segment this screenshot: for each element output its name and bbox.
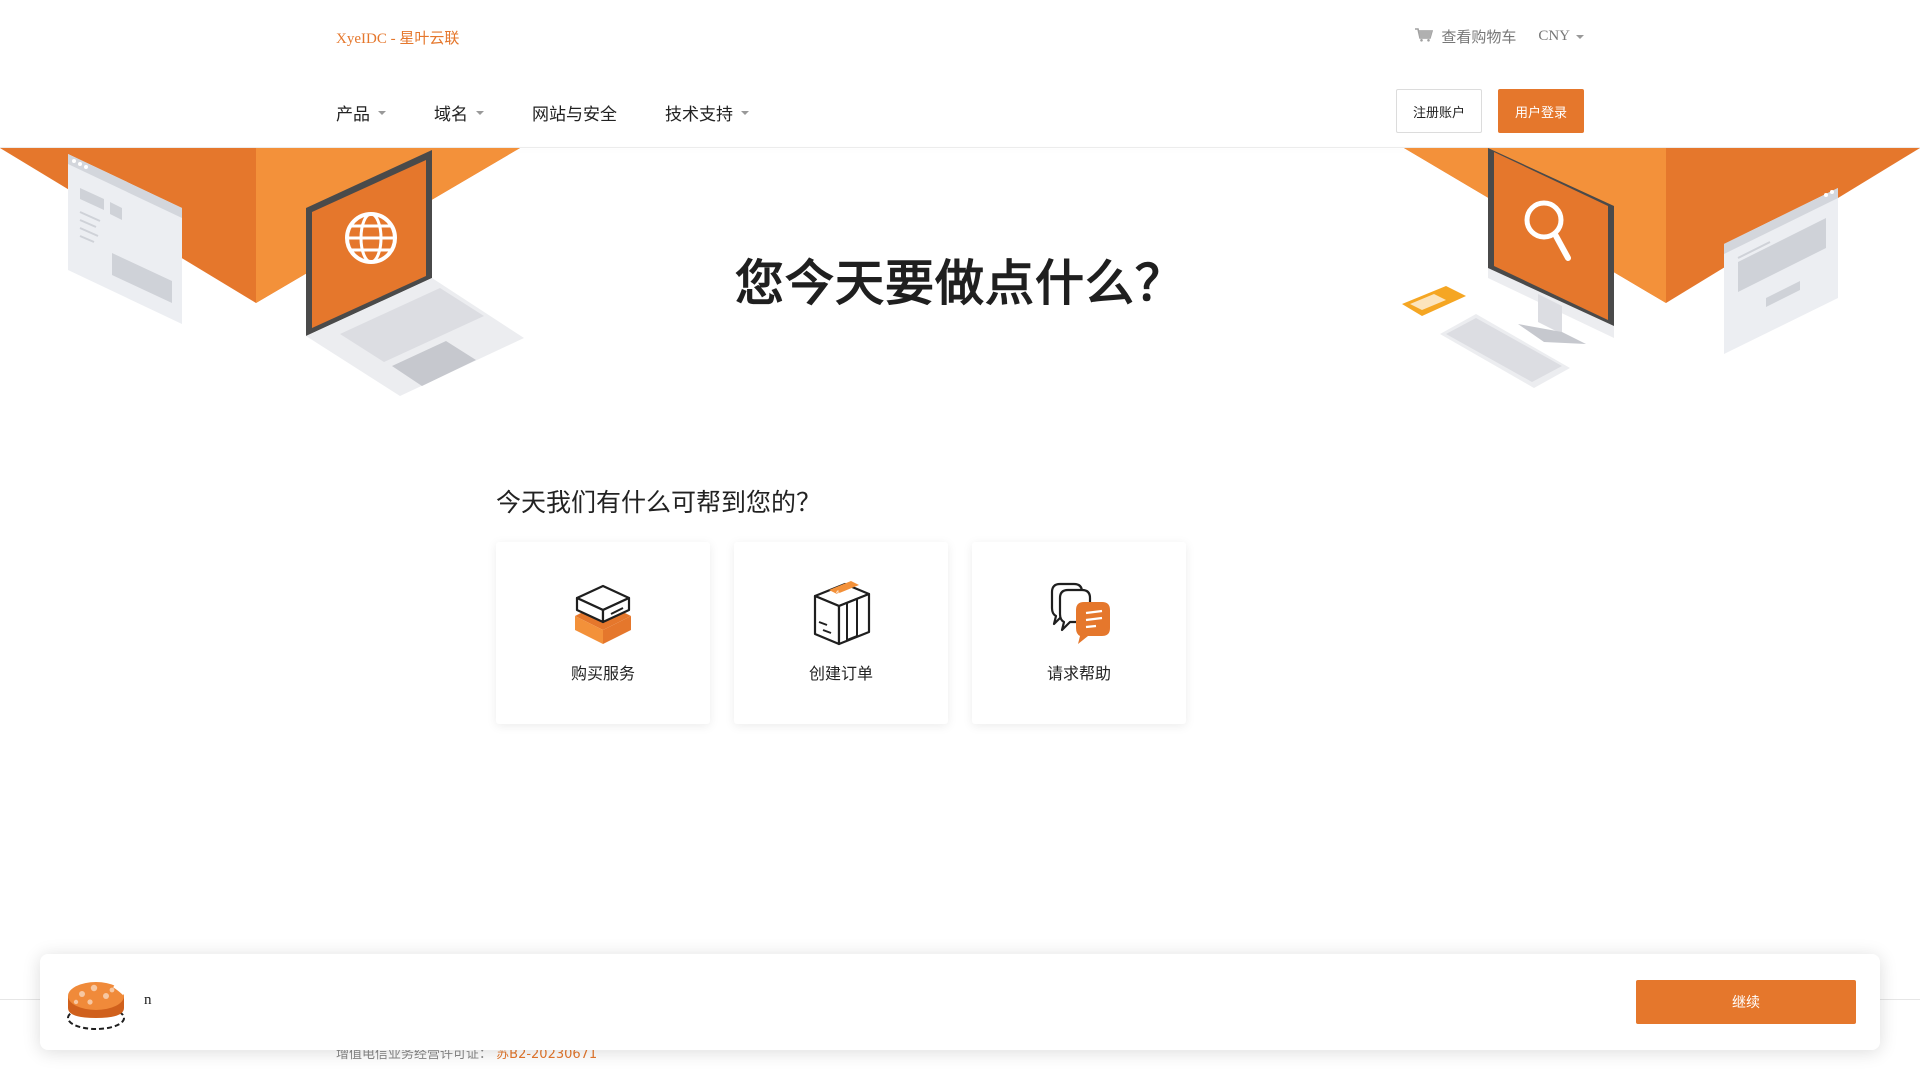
brand-logo[interactable]: XyeIDC - 星叶云联 — [336, 27, 459, 48]
create-order-card[interactable]: $ 创建订单 — [734, 542, 948, 724]
buy-service-card[interactable]: 购买服务 — [496, 542, 710, 724]
top-bar: XyeIDC - 星叶云联 查看购物车 CNY — [336, 0, 1584, 72]
chevron-down-icon — [378, 110, 386, 115]
chevron-down-icon — [476, 110, 484, 115]
nav-item-domains[interactable]: 域名 — [434, 100, 484, 125]
request-help-card[interactable]: 请求帮助 — [972, 542, 1186, 724]
chevron-down-icon — [741, 110, 749, 115]
top-right-links: 查看购物车 CNY — [1414, 26, 1584, 47]
nav-item-label: 域名 — [434, 105, 468, 125]
cart-icon — [1414, 26, 1434, 47]
cookie-icon — [67, 982, 126, 1030]
view-cart-link[interactable]: 查看购物车 — [1414, 26, 1516, 47]
register-button[interactable]: 注册账户 — [1395, 89, 1482, 133]
login-button[interactable]: 用户登录 — [1497, 89, 1584, 133]
nav-item-label: 产品 — [336, 105, 370, 125]
main-nav: 产品 域名 网站与安全 技术支持 注册账户 用户登录 — [336, 72, 1584, 148]
hero-banner: 您今天要做点什么？ — [0, 148, 1920, 408]
chevron-down-icon — [1576, 34, 1584, 39]
nav-menu: 产品 域名 网站与安全 技术支持 — [336, 100, 749, 125]
currency-selector[interactable]: CNY — [1538, 28, 1584, 45]
nav-item-label: 技术支持 — [665, 105, 733, 125]
view-cart-label: 查看购物车 — [1441, 30, 1517, 46]
account-buttons: 注册账户 用户登录 — [1395, 89, 1584, 133]
nav-item-products[interactable]: 产品 — [336, 100, 386, 125]
box-icon — [575, 584, 631, 644]
cookie-consent-bar: n 继续 — [40, 954, 1880, 1050]
request-help-label: 请求帮助 — [1046, 664, 1111, 683]
action-cards: 购买服务 $ 创建订单 请求帮助 — [496, 542, 1186, 724]
nav-item-label: 网站与安全 — [532, 105, 617, 125]
help-heading: 今天我们有什么可帮到您的？ — [496, 488, 822, 517]
currency-label: CNY — [1538, 28, 1570, 44]
cookie-message: n — [144, 992, 152, 1008]
nav-item-support[interactable]: 技术支持 — [665, 100, 749, 125]
buy-service-label: 购买服务 — [570, 664, 635, 683]
chat-bubbles-icon — [1050, 582, 1110, 644]
create-order-label: 创建订单 — [808, 664, 873, 683]
hero-title: 您今天要做点什么？ — [734, 255, 1185, 312]
cookie-continue-button[interactable]: 继续 — [1636, 980, 1856, 1024]
nav-item-website-security[interactable]: 网站与安全 — [532, 100, 617, 125]
package-icon: $ — [813, 581, 871, 646]
